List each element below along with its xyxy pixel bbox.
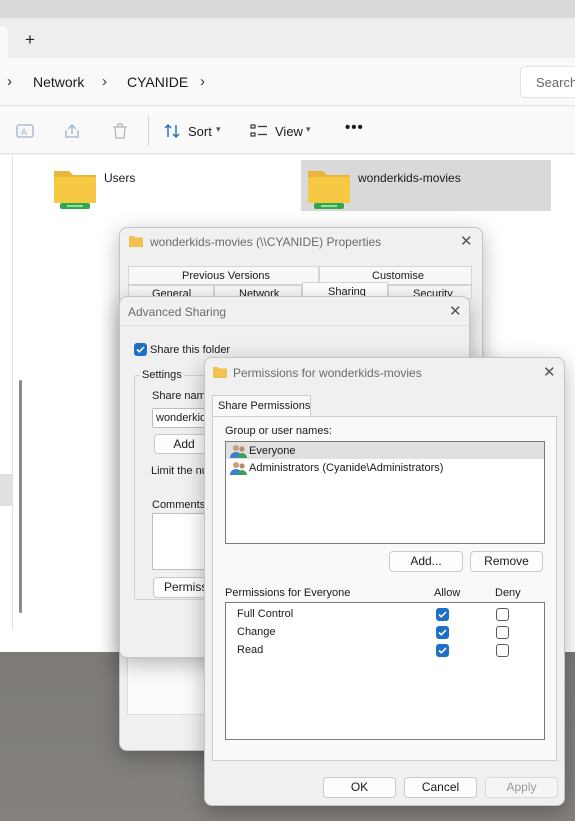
search-placeholder: Search: [536, 75, 575, 90]
network-folder-icon: [54, 171, 96, 209]
window-top-strip: [0, 0, 575, 18]
allow-change-checkbox[interactable]: [436, 626, 449, 639]
chevron-down-icon: ▾: [306, 124, 311, 134]
user-name: Everyone: [249, 445, 296, 457]
more-options-button[interactable]: •••: [345, 119, 364, 136]
folder-item-users[interactable]: Users: [50, 163, 210, 211]
rename-icon[interactable]: A: [15, 121, 35, 141]
group-names-label: Group or user names:: [225, 425, 332, 437]
chevron-right-icon[interactable]: ›: [200, 73, 205, 90]
permission-name: Read: [237, 644, 264, 656]
advanced-sharing-title: Advanced Sharing: [128, 305, 227, 319]
settings-label: Settings: [140, 369, 184, 381]
deny-column-header: Deny: [495, 587, 521, 599]
toolbar-divider: [148, 116, 149, 146]
allow-column-header: Allow: [434, 587, 461, 599]
title-divider: [119, 325, 470, 326]
permission-name: Full Control: [237, 608, 294, 620]
allow-read-checkbox[interactable]: [436, 644, 449, 657]
properties-dialog-title: wonderkids-movies (\\CYANIDE) Properties: [150, 235, 382, 249]
deny-full-control-checkbox[interactable]: [496, 608, 509, 621]
network-folder-icon: [308, 171, 350, 209]
breadcrumb-network[interactable]: Network: [33, 74, 84, 90]
users-group-icon: [230, 445, 247, 458]
share-name-label: Share nam: [152, 390, 206, 402]
permissions-dialog-title: Permissions for wonderkids-movies: [233, 366, 422, 380]
folder-icon: [213, 367, 227, 378]
remove-user-button[interactable]: Remove: [470, 551, 543, 572]
tab-share-permissions[interactable]: Share Permissions: [212, 395, 311, 417]
address-bar[interactable]: [0, 58, 575, 106]
permissions-for-label: Permissions for Everyone: [225, 587, 351, 599]
apply-button[interactable]: Apply: [485, 777, 558, 798]
limit-users-label: Limit the nu: [151, 465, 208, 477]
navigation-pane-divider: [12, 155, 13, 630]
share-folder-label: Share this folder: [150, 344, 231, 356]
view-icon[interactable]: [249, 121, 269, 141]
chevron-right-icon: ›: [7, 73, 12, 90]
breadcrumb-cyanide[interactable]: CYANIDE: [127, 74, 188, 90]
comments-label: Comments:: [152, 499, 209, 511]
ok-button[interactable]: OK: [323, 777, 396, 798]
folder-item-wonderkids-movies[interactable]: wonderkids-movies: [301, 160, 551, 211]
new-tab-button[interactable]: +: [20, 30, 40, 50]
navigation-selected-item[interactable]: [0, 474, 12, 506]
users-group-icon: [230, 462, 247, 475]
folder-icon: [129, 236, 143, 247]
permission-name: Change: [237, 626, 276, 638]
add-user-button[interactable]: Add...: [389, 551, 463, 572]
comments-textarea[interactable]: [152, 513, 212, 570]
tab-label: Share Permissions: [218, 400, 311, 412]
deny-change-checkbox[interactable]: [496, 626, 509, 639]
allow-full-control-checkbox[interactable]: [436, 608, 449, 621]
sort-icon[interactable]: [162, 121, 182, 141]
deny-read-checkbox[interactable]: [496, 644, 509, 657]
chevron-down-icon: ▾: [216, 124, 221, 134]
svg-text:A: A: [21, 128, 28, 138]
scrollbar-thumb[interactable]: [19, 380, 22, 613]
share-name-input[interactable]: wonderkids: [152, 408, 212, 428]
close-icon[interactable]: ✕: [449, 302, 462, 320]
folder-name: Users: [104, 171, 136, 185]
sort-button[interactable]: Sort: [188, 124, 212, 139]
tab-previous-versions[interactable]: Previous Versions: [128, 266, 319, 285]
permissions-list: [225, 602, 545, 740]
close-icon[interactable]: ✕: [543, 363, 556, 381]
chevron-right-icon: ›: [102, 73, 107, 90]
close-icon[interactable]: ✕: [460, 232, 473, 250]
tab-bar: [0, 18, 575, 58]
folder-name: wonderkids-movies: [358, 171, 461, 185]
active-tab[interactable]: [0, 26, 8, 58]
view-button[interactable]: View: [275, 124, 303, 139]
tab-label: Previous Versions: [182, 270, 271, 282]
share-folder-checkbox[interactable]: [134, 343, 147, 356]
share-icon[interactable]: [62, 121, 82, 141]
list-item-administrators[interactable]: Administrators (Cyanide\Administrators): [249, 462, 443, 474]
delete-icon[interactable]: [110, 121, 130, 141]
cancel-button[interactable]: Cancel: [404, 777, 477, 798]
tab-label: Customise: [372, 270, 424, 282]
